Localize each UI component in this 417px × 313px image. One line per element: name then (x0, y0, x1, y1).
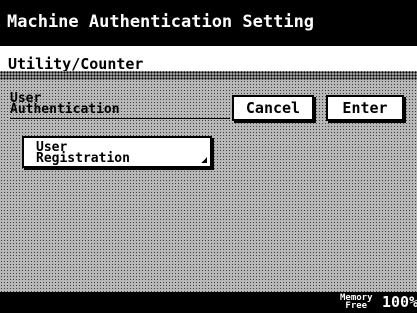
heading-underline (10, 118, 230, 119)
machine-auth-screen: Machine Authentication Setting Utility/C… (0, 0, 417, 313)
enter-button[interactable]: Enter (326, 95, 404, 121)
window-title: Machine Authentication Setting (0, 0, 417, 44)
breadcrumb-divider (0, 71, 417, 80)
memory-free-value: 100% (382, 293, 417, 311)
section-heading: User Authentication (10, 91, 120, 117)
submenu-corner-icon (201, 157, 207, 163)
status-bar: Memory Free 100% (0, 292, 417, 313)
user-registration-label: User Registration (36, 140, 130, 166)
cancel-button[interactable]: Cancel (232, 95, 314, 121)
memory-free-label: Memory Free (340, 293, 373, 311)
user-registration-button[interactable]: User Registration (22, 136, 212, 168)
